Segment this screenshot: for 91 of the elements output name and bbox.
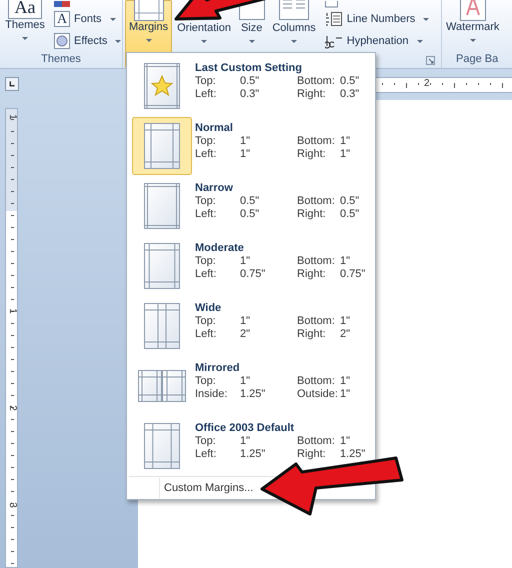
line-numbers-icon	[324, 11, 343, 27]
margin-label: Right:	[297, 208, 327, 221]
ruler-number: 3	[6, 502, 17, 508]
margin-label: Left:	[195, 448, 218, 461]
margin-value: 0.5"	[240, 208, 260, 221]
margin-label: Bottom:	[297, 135, 336, 148]
margin-label: Bottom:	[297, 255, 336, 268]
margin-label: Bottom:	[297, 195, 336, 208]
hyphenation-icon	[324, 33, 343, 49]
group-label: Page Ba	[455, 52, 500, 67]
watermark-button[interactable]: Watermark	[442, 0, 504, 52]
margin-value: 0.3"	[240, 88, 260, 101]
margin-label: Right:	[297, 148, 327, 161]
margin-value: 2"	[240, 328, 252, 341]
option-title: Mirrored	[195, 362, 241, 375]
margin-value: 0.5"	[240, 75, 260, 88]
margin-value: 0.5"	[340, 208, 360, 221]
themes-icon: Aa	[8, 0, 42, 19]
margin-value: 1.25"	[240, 388, 266, 401]
margin-value: 0.3"	[340, 88, 360, 101]
option-title: Moderate	[195, 242, 245, 255]
fonts-button[interactable]: A Fonts	[54, 8, 122, 30]
margin-label: Top:	[195, 135, 217, 148]
margin-value: 1"	[340, 135, 350, 148]
margin-value: 1"	[340, 315, 350, 328]
margin-value: 1.25"	[340, 448, 366, 461]
margin-label: Bottom:	[297, 315, 336, 328]
margin-value: 1"	[240, 255, 252, 268]
themes-button[interactable]: Aa Themes	[0, 0, 50, 52]
tab-selector-icon[interactable]	[5, 77, 19, 91]
margin-value: 0.75"	[340, 268, 366, 281]
margin-value: 0.75"	[240, 268, 266, 281]
margin-value: 1"	[340, 375, 350, 388]
margin-value: 2"	[340, 328, 350, 341]
colors-icon	[54, 1, 72, 8]
option-title: Wide	[195, 302, 222, 315]
margin-value: 0.5"	[340, 195, 360, 208]
margin-value: 1"	[340, 255, 352, 268]
option-title: Office 2003 Default	[195, 422, 296, 435]
ribbon-button[interactable]: Line Numbers	[324, 8, 430, 30]
ruler-number: 1	[6, 308, 17, 314]
margin-value: 0.5"	[240, 195, 260, 208]
group-label: Themes	[40, 52, 82, 67]
margin-label: Outside:	[297, 388, 339, 401]
margin-value: 1"	[240, 435, 252, 448]
margin-label: Left:	[195, 328, 218, 341]
margin-value: 0.5"	[340, 75, 360, 88]
breaks-icon	[324, 1, 341, 8]
margin-label: Left:	[195, 208, 218, 221]
margin-value: 1"	[240, 135, 252, 148]
margin-label: Inside:	[195, 388, 228, 401]
margin-label: Left:	[195, 88, 218, 101]
margin-value: 1"	[240, 315, 252, 328]
ribbon-button[interactable]: Orientation	[173, 20, 235, 44]
margin-label: Bottom:	[297, 75, 336, 88]
ribbon-button[interactable]: Size	[236, 20, 266, 44]
vertical-ruler[interactable]: 1 1 2 3	[5, 108, 18, 568]
custom-margins-item[interactable]: Custom Margins...	[159, 478, 254, 498]
margin-label: Top:	[195, 435, 217, 448]
margin-value: 1"	[340, 388, 350, 401]
margin-label: Right:	[297, 88, 327, 101]
margin-label: Left:	[195, 268, 218, 281]
margin-label: Top:	[195, 75, 217, 88]
ruler-number: 1	[6, 114, 17, 120]
ribbon-button[interactable]: Hyphenation	[324, 30, 430, 52]
margin-value: 1.25"	[240, 448, 266, 461]
margin-value: 1"	[240, 148, 252, 161]
dialog-launcher-icon[interactable]	[426, 56, 435, 65]
margin-label: Top:	[195, 315, 217, 328]
ruler-number: 2	[6, 405, 17, 411]
margin-value: 1"	[340, 148, 350, 161]
margin-label: Top:	[195, 195, 217, 208]
option-title: Last Custom Setting	[195, 62, 303, 75]
effects-button[interactable]: Effects	[54, 30, 122, 52]
margin-label: Right:	[297, 328, 327, 341]
margin-label: Bottom:	[297, 435, 336, 448]
font-icon: A	[54, 11, 70, 27]
ribbon-button[interactable]: Columns	[268, 20, 320, 44]
margin-preview-icon[interactable]	[132, 116, 192, 174]
margin-label: Right:	[297, 448, 327, 461]
margin-label: Left:	[195, 148, 218, 161]
margin-value: 1"	[240, 375, 252, 388]
option-title: Normal	[195, 122, 234, 135]
margin-label: Right:	[297, 268, 327, 281]
margin-label: Bottom:	[297, 375, 336, 388]
option-title: Narrow	[195, 182, 234, 195]
margin-value: 1"	[340, 435, 352, 448]
margin-label: Top:	[195, 375, 217, 388]
margin-label: Top:	[195, 255, 217, 268]
ruler-number: 2	[424, 79, 430, 89]
effects-icon	[54, 33, 70, 49]
